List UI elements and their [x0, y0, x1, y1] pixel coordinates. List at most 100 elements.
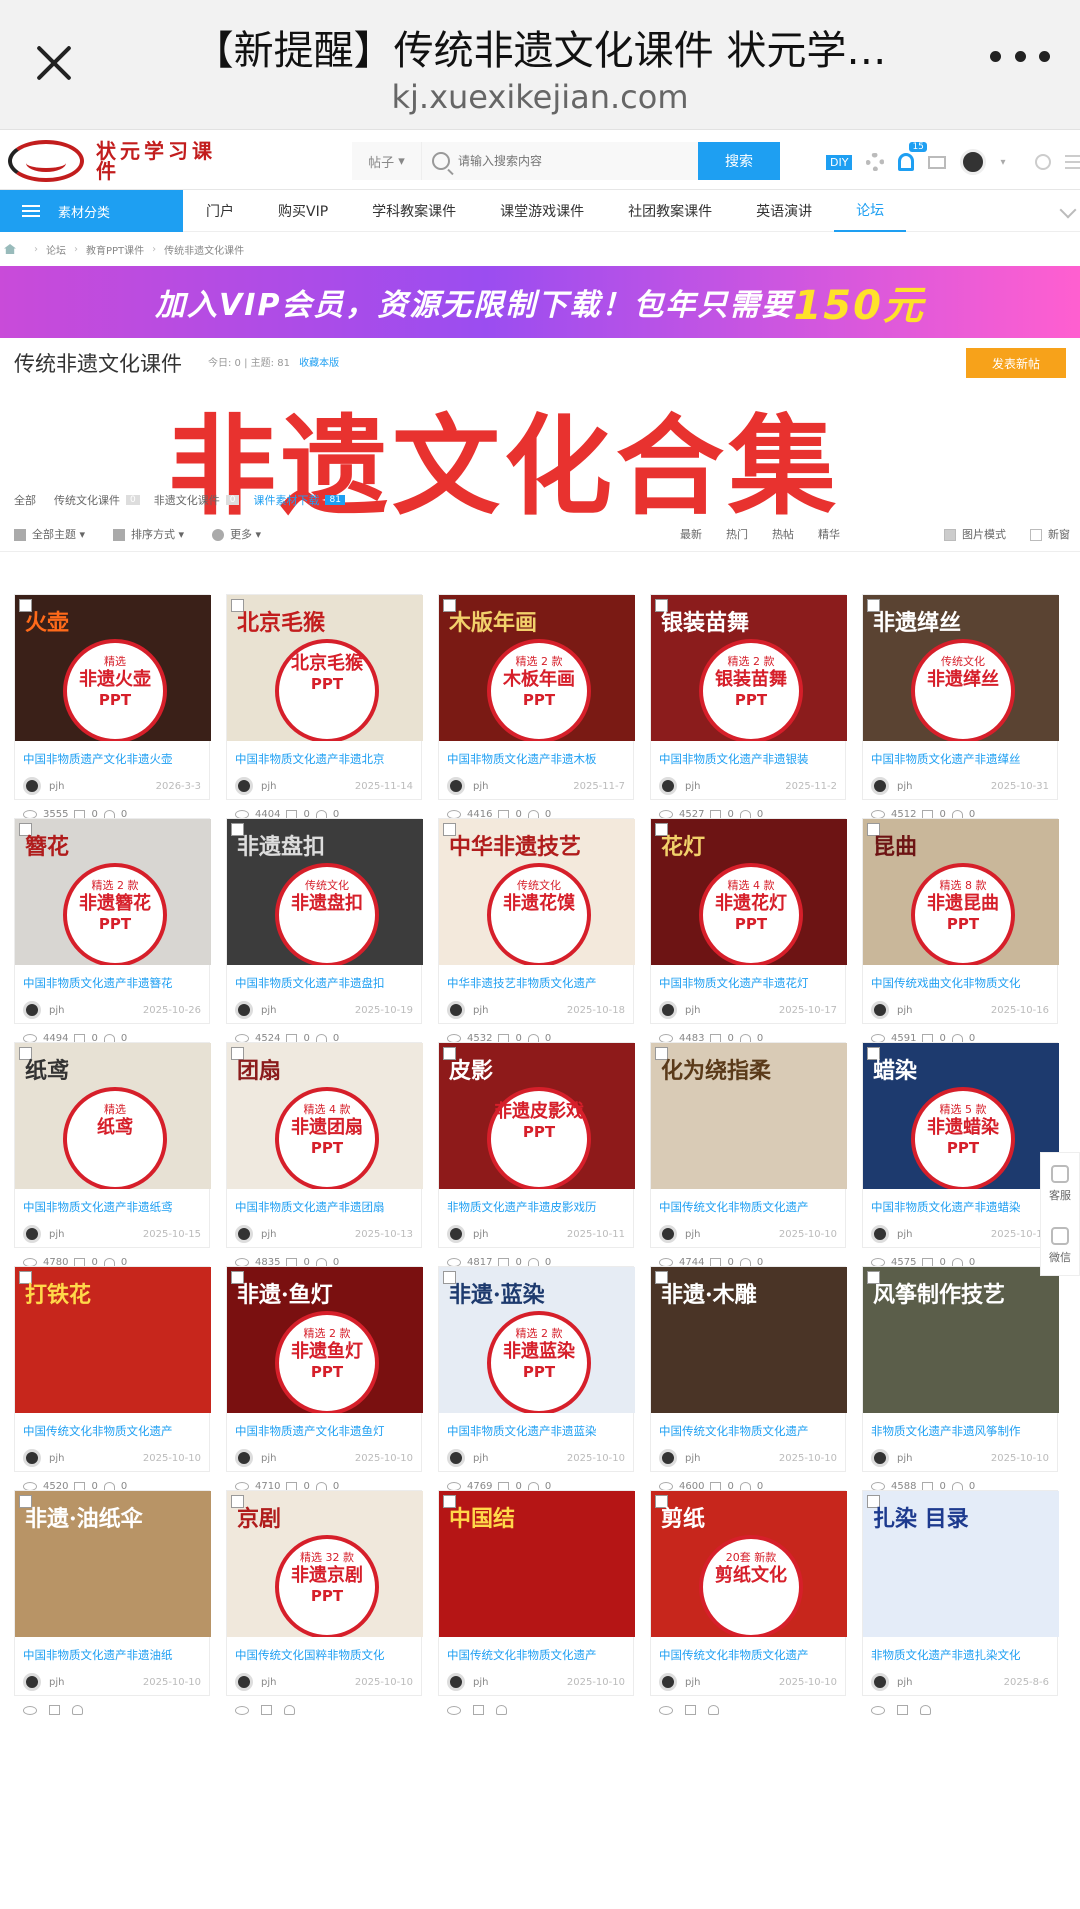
author-name[interactable]: pjh [49, 781, 64, 792]
author-avatar[interactable] [235, 1225, 253, 1243]
filter-all-topics[interactable]: 全部主题 ▾ [14, 526, 85, 542]
thread-title[interactable]: 中国非物质文化遗产非遗纸鸢 [23, 1199, 207, 1215]
author-avatar[interactable] [659, 777, 677, 795]
thread-title[interactable]: 中国非物质文化遗产非遗油纸 [23, 1647, 207, 1663]
author-name[interactable]: pjh [685, 1229, 700, 1240]
thread-title[interactable]: 中国非物质文化遗产非遗簪花 [23, 975, 207, 991]
new-window-toggle[interactable]: 新窗 [1030, 526, 1070, 542]
thread-thumbnail[interactable]: 团扇 精选 4 款 非遗团扇 PPT [227, 1043, 423, 1189]
author-name[interactable]: pjh [473, 1005, 488, 1016]
thread-card[interactable]: 非遗·木雕 中国传统文化非物质文化遗产 pjh 2025-10-10 4600 … [650, 1266, 847, 1492]
thread-thumbnail[interactable]: 中华非遗技艺 传统文化 非遗花馍 [439, 819, 635, 965]
chevron-down-icon[interactable]: ▾ [1000, 157, 1005, 168]
tab-downloads[interactable]: 课件素材下载 [253, 492, 319, 508]
gear-icon[interactable] [866, 153, 885, 171]
more-menu-icon[interactable] [990, 46, 1050, 66]
nav-item-english-speech[interactable]: 英语演讲 [734, 190, 834, 232]
author-name[interactable]: pjh [473, 1453, 488, 1464]
menu-icon[interactable] [1065, 155, 1080, 169]
author-avatar[interactable] [871, 777, 889, 795]
sort-latest[interactable]: 最新 [680, 526, 702, 542]
vip-banner[interactable]: 加入VIP会员，资源无限制下载！包年只需要 150元 [0, 266, 1080, 338]
nav-item-buy-vip[interactable]: 购买VIP [256, 190, 350, 232]
author-avatar[interactable] [23, 1001, 41, 1019]
author-name[interactable]: pjh [473, 1677, 488, 1688]
author-avatar[interactable] [235, 777, 253, 795]
thread-card[interactable]: 非遗·鱼灯 精选 2 款 非遗鱼灯 PPT 中国非物质遗产文化非遗鱼灯 pjh … [226, 1266, 423, 1492]
author-name[interactable]: pjh [261, 1677, 276, 1688]
thread-card[interactable]: 团扇 精选 4 款 非遗团扇 PPT 中国非物质文化遗产非遗团扇 pjh 202… [226, 1042, 423, 1268]
thread-card[interactable]: 蜡染 精选 5 款 非遗蜡染 PPT 中国非物质文化遗产非遗蜡染 pjh 202… [862, 1042, 1059, 1268]
thread-thumbnail[interactable]: 非遗·油纸伞 [15, 1491, 211, 1637]
author-avatar[interactable] [23, 1225, 41, 1243]
thread-thumbnail[interactable]: 打铁花 [15, 1267, 211, 1413]
thread-card[interactable]: 中华非遗技艺 传统文化 非遗花馍 中华非遗技艺非物质文化遗产 pjh 2025-… [438, 818, 635, 1044]
thread-thumbnail[interactable]: 蜡染 精选 5 款 非遗蜡染 PPT [863, 1043, 1059, 1189]
thread-thumbnail[interactable]: 簪花 精选 2 款 非遗簪花 PPT [15, 819, 211, 965]
author-avatar[interactable] [447, 777, 465, 795]
thread-card[interactable]: 皮影 非遗皮影戏 PPT 非物质文化遗产非遗皮影戏历 pjh 2025-10-1… [438, 1042, 635, 1268]
thread-thumbnail[interactable]: 北京毛猴 北京毛猴 PPT [227, 595, 423, 741]
thread-thumbnail[interactable]: 非遗盘扣 传统文化 非遗盘扣 [227, 819, 423, 965]
author-name[interactable]: pjh [261, 1453, 276, 1464]
thread-card[interactable]: 木版年画 精选 2 款 木板年画 PPT 中国非物质文化遗产非遗木板 pjh 2… [438, 594, 635, 820]
author-avatar[interactable] [871, 1225, 889, 1243]
thread-card[interactable]: 昆曲 精选 8 款 非遗昆曲 PPT 中国传统戏曲文化非物质文化 pjh 202… [862, 818, 1059, 1044]
author-avatar[interactable] [447, 1001, 465, 1019]
thread-card[interactable]: 纸鸢 精选 纸鸢 中国非物质文化遗产非遗纸鸢 pjh 2025-10-15 47… [14, 1042, 211, 1268]
thread-card[interactable]: 风筝制作技艺 非物质文化遗产非遗风筝制作 pjh 2025-10-10 4588… [862, 1266, 1059, 1492]
thread-thumbnail[interactable]: 花灯 精选 4 款 非遗花灯 PPT [651, 819, 847, 965]
author-avatar[interactable] [23, 1449, 41, 1467]
thread-card[interactable]: 火壶 精选 非遗火壶 PPT 中国非物质遗产文化非遗火壶 pjh 2026-3-… [14, 594, 211, 820]
search-button[interactable]: 搜索 [698, 142, 780, 180]
tab-heritage[interactable]: 非遗文化课件 [154, 492, 220, 508]
thread-card[interactable]: 非遗缂丝 传统文化 非遗缂丝 中国非物质文化遗产非遗缂丝 pjh 2025-10… [862, 594, 1059, 820]
image-mode-toggle[interactable]: 图片模式 [944, 526, 1006, 542]
thread-title[interactable]: 非物质文化遗产非遗扎染文化 [871, 1647, 1055, 1663]
nav-item-forum[interactable]: 论坛 [834, 190, 907, 232]
nav-item-classroom-games[interactable]: 课堂游戏课件 [478, 190, 606, 232]
close-icon[interactable] [30, 38, 78, 86]
breadcrumb-item[interactable]: 教育PPT课件 [86, 242, 144, 257]
breadcrumb-item[interactable]: 传统非遗文化课件 [164, 242, 244, 257]
thread-thumbnail[interactable]: 中国结 [439, 1491, 635, 1637]
thread-title[interactable]: 中国传统文化非物质文化遗产 [447, 1647, 631, 1663]
thread-thumbnail[interactable]: 扎染 目录 [863, 1491, 1059, 1637]
thread-card[interactable]: 银装苗舞 精选 2 款 银装苗舞 PPT 中国非物质文化遗产非遗银装 pjh 2… [650, 594, 847, 820]
thread-card[interactable]: 非遗·油纸伞 中国非物质文化遗产非遗油纸 pjh 2025-10-10 [14, 1490, 211, 1715]
author-avatar[interactable] [235, 1449, 253, 1467]
thread-card[interactable]: 扎染 目录 非物质文化遗产非遗扎染文化 pjh 2025-8-6 [862, 1490, 1059, 1715]
nav-item-club-plans[interactable]: 社团教案课件 [606, 190, 734, 232]
diy-button[interactable]: DIY [826, 154, 853, 170]
sort-featured[interactable]: 精华 [818, 526, 840, 542]
thread-thumbnail[interactable]: 木版年画 精选 2 款 木板年画 PPT [439, 595, 635, 741]
author-name[interactable]: pjh [897, 1005, 912, 1016]
author-name[interactable]: pjh [473, 781, 488, 792]
thread-card[interactable]: 花灯 精选 4 款 非遗花灯 PPT 中国非物质文化遗产非遗花灯 pjh 202… [650, 818, 847, 1044]
author-avatar[interactable] [871, 1673, 889, 1691]
filter-more[interactable]: 更多 ▾ [212, 526, 261, 542]
author-avatar[interactable] [659, 1001, 677, 1019]
site-logo[interactable]: 状元学习课件 [8, 138, 228, 184]
home-icon[interactable] [4, 244, 16, 254]
thread-thumbnail[interactable]: 皮影 非遗皮影戏 PPT [439, 1043, 635, 1189]
nav-item-portal[interactable]: 门户 [184, 190, 256, 232]
customer-service-button[interactable]: 客服 [1041, 1153, 1079, 1215]
author-avatar[interactable] [235, 1001, 253, 1019]
bell-icon[interactable]: 15 [898, 142, 927, 171]
author-avatar[interactable] [447, 1225, 465, 1243]
category-menu-button[interactable]: 素材分类 [0, 190, 183, 232]
nav-item-lesson-plans[interactable]: 学科教案课件 [350, 190, 478, 232]
breadcrumb-item[interactable]: 论坛 [46, 242, 66, 257]
chevron-down-icon[interactable] [1059, 201, 1077, 219]
author-name[interactable]: pjh [49, 1453, 64, 1464]
thread-thumbnail[interactable]: 非遗·蓝染 精选 2 款 非遗蓝染 PPT [439, 1267, 635, 1413]
thread-card[interactable]: 非遗·蓝染 精选 2 款 非遗蓝染 PPT 中国非物质文化遗产非遗蓝染 pjh … [438, 1266, 635, 1492]
power-icon[interactable] [1035, 154, 1052, 170]
thread-card[interactable]: 京剧 精选 32 款 非遗京剧 PPT 中国传统文化国粹非物质文化 pjh 20… [226, 1490, 423, 1715]
author-name[interactable]: pjh [685, 1005, 700, 1016]
thread-card[interactable]: 打铁花 中国传统文化非物质文化遗产 pjh 2025-10-10 4520 0 … [14, 1266, 211, 1492]
wechat-button[interactable]: 微信 [1041, 1215, 1079, 1277]
author-name[interactable]: pjh [261, 1229, 276, 1240]
thread-thumbnail[interactable]: 非遗·木雕 [651, 1267, 847, 1413]
